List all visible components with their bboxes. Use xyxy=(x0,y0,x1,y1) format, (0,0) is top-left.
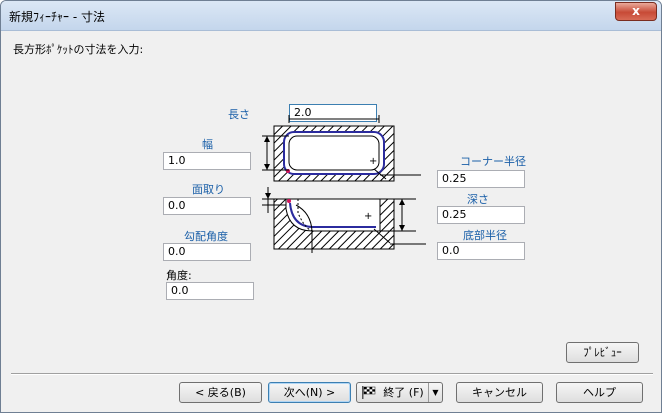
help-button[interactable]: ヘルプ xyxy=(556,382,643,403)
cancel-button[interactable]: キャンセル xyxy=(456,382,543,403)
width-label: 幅 xyxy=(202,138,213,151)
draft-angle-input[interactable]: 0.0 xyxy=(163,243,251,261)
section-view: + xyxy=(262,187,426,253)
angle-input[interactable]: 0.0 xyxy=(166,282,254,300)
dialog-window: 新規ﾌｨｰﾁｬｰ - 寸法 x 長方形ﾎﾟｹｯﾄの寸法を入力: 長さ 2.0 幅… xyxy=(0,0,662,413)
footer-separator xyxy=(11,373,653,375)
length-label: 長さ xyxy=(228,108,250,121)
depth-label: 深さ xyxy=(467,193,489,206)
finish-split-button[interactable]: 終了 (F) ▼ xyxy=(356,382,443,403)
chamfer-label: 面取り xyxy=(192,183,225,196)
depth-input[interactable]: 0.25 xyxy=(437,206,525,224)
checkered-flag-icon xyxy=(362,386,376,399)
back-button[interactable]: < 戻る(B) xyxy=(179,382,262,403)
corner-radius-input[interactable]: 0.25 xyxy=(437,170,525,188)
chamfer-input[interactable]: 0.0 xyxy=(163,197,251,215)
chevron-down-icon[interactable]: ▼ xyxy=(428,383,442,402)
next-button[interactable]: 次へ(N) > xyxy=(268,382,351,403)
svg-text:+: + xyxy=(369,156,377,167)
draft-angle-label: 勾配角度 xyxy=(184,230,228,243)
finish-button-label: 終了 (F) xyxy=(383,386,424,399)
instruction-text: 長方形ﾎﾟｹｯﾄの寸法を入力: xyxy=(13,43,144,56)
top-view: + xyxy=(262,115,421,182)
bottom-radius-label: 底部半径 xyxy=(463,229,507,242)
width-input[interactable]: 1.0 xyxy=(163,152,251,170)
pocket-dimension-diagram: + + xyxy=(262,115,426,253)
window-title: 新規ﾌｨｰﾁｬｰ - 寸法 xyxy=(9,10,105,24)
close-button[interactable]: x xyxy=(615,2,657,21)
corner-radius-label: コーナー半径 xyxy=(460,155,526,168)
svg-text:+: + xyxy=(364,211,372,222)
bottom-radius-input[interactable]: 0.0 xyxy=(437,242,525,260)
title-bar[interactable]: 新規ﾌｨｰﾁｬｰ - 寸法 x xyxy=(1,1,661,31)
angle-label: 角度: xyxy=(166,269,192,282)
preview-button[interactable]: ﾌﾟﾚﾋﾞｭｰ xyxy=(566,342,639,363)
